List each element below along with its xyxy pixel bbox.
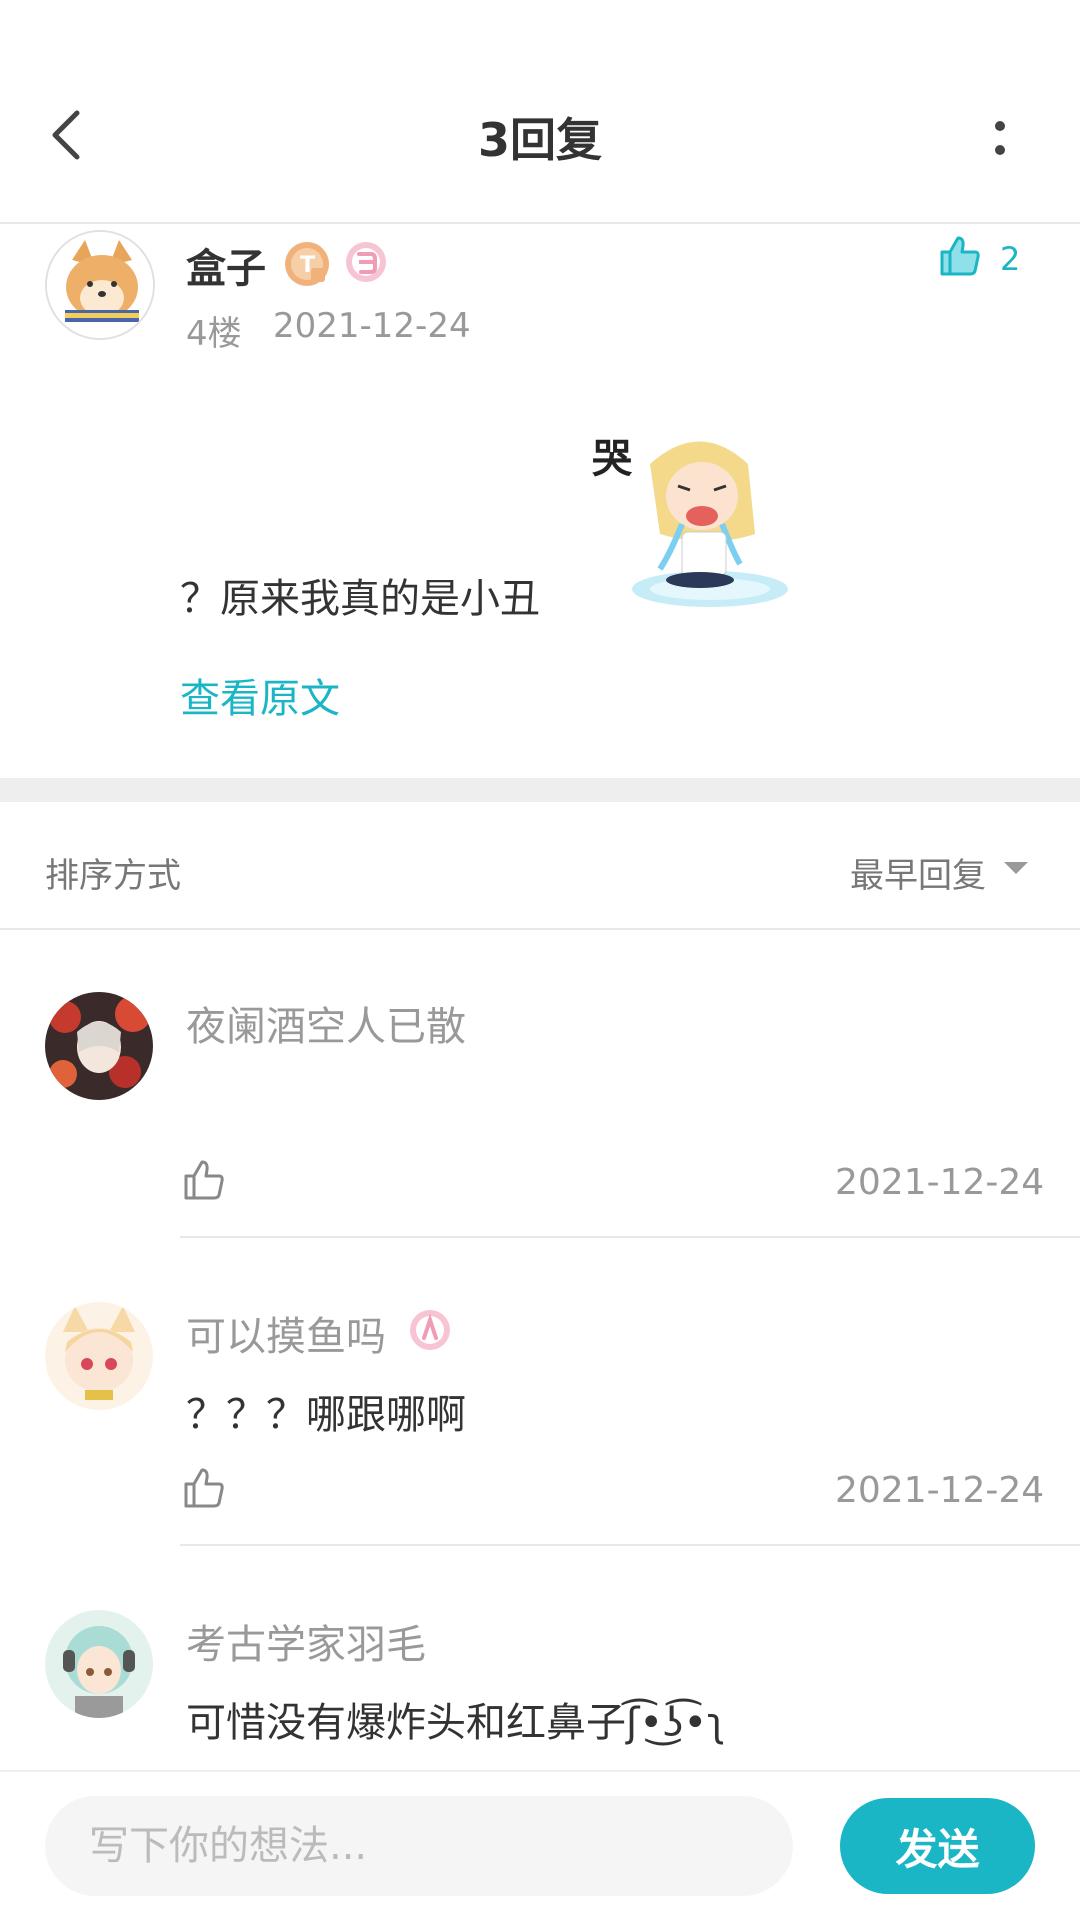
shiba-avatar-image — [47, 232, 153, 338]
reply-avatar[interactable] — [45, 992, 153, 1100]
reply-avatar[interactable] — [45, 1302, 153, 1410]
reply-like-button[interactable] — [182, 1466, 226, 1510]
reply-username[interactable]: 夜阑酒空人已散 — [186, 994, 466, 1052]
more-dot — [995, 145, 1005, 155]
sort-label: 排序方式 — [45, 856, 181, 896]
more-options-button[interactable] — [970, 108, 1030, 168]
vip-badge-icon — [344, 240, 388, 284]
main-post-username[interactable]: 盒子 — [186, 236, 266, 294]
main-post-avatar[interactable] — [45, 230, 155, 340]
reply-text: 可惜没有爆炸头和红鼻子ʃ͡•͜ʖ͡•ʅ — [186, 1700, 726, 1746]
level-badge-icon: T — [283, 240, 331, 288]
divider — [0, 928, 1080, 930]
floor-number: 4楼 — [186, 314, 242, 354]
section-divider — [0, 778, 1080, 802]
like-button[interactable] — [938, 234, 982, 278]
main-post-text: ？原来我真的是小丑 — [180, 576, 540, 622]
reply-like-button[interactable] — [182, 1158, 226, 1202]
reply-username[interactable]: 可以摸鱼吗 — [186, 1304, 386, 1362]
page-title: 3回复 — [477, 113, 602, 167]
more-vertical-icon — [995, 121, 1005, 131]
thumbs-up-icon — [184, 1468, 224, 1508]
like-count: 2 — [1000, 240, 1021, 278]
reply-avatar-image — [45, 992, 153, 1100]
reply-date: 2021-12-24 — [835, 1470, 1045, 1511]
sort-dropdown[interactable]: 最早回复 — [850, 848, 986, 897]
reply-date: 2021-12-24 — [835, 1162, 1045, 1203]
divider — [180, 1544, 1080, 1546]
reply-username[interactable]: 考古学家羽毛 — [186, 1612, 426, 1670]
thumbs-up-icon — [940, 236, 980, 276]
comment-input[interactable] — [45, 1796, 793, 1896]
svg-text:哭: 哭 — [592, 436, 633, 482]
divider — [180, 1236, 1080, 1238]
reply-text: ？？？哪跟哪啊 — [186, 1392, 466, 1438]
crying-sticker-image: 哭 — [590, 424, 790, 614]
view-original-link[interactable]: 查看原文 — [180, 666, 340, 724]
post-date: 2021-12-24 — [273, 306, 471, 346]
sort-caret-icon[interactable] — [1004, 862, 1028, 874]
thumbs-up-icon — [184, 1160, 224, 1200]
vip-badge-icon — [408, 1308, 452, 1352]
reply-avatar-image — [45, 1610, 153, 1718]
send-button[interactable]: 发送 — [840, 1798, 1035, 1894]
reply-avatar[interactable] — [45, 1610, 153, 1718]
reply-avatar-image — [45, 1302, 153, 1410]
